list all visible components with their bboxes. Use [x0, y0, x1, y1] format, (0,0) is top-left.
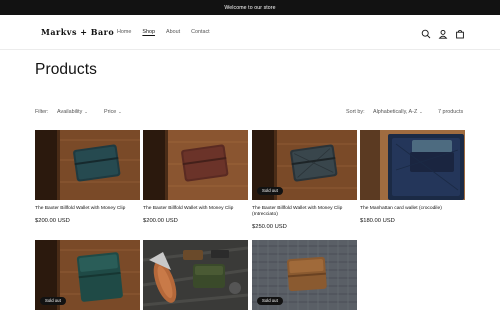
- product-image[interactable]: [35, 130, 140, 200]
- product-price: $200.00 USD: [35, 218, 70, 224]
- product-title[interactable]: The Manhattan card wallet (crocodile): [360, 206, 465, 212]
- product-price: $200.00 USD: [143, 218, 178, 224]
- sold-out-badge: Sold out: [257, 186, 283, 195]
- store-logo[interactable]: Markvs + Baro: [41, 27, 114, 37]
- sort-select[interactable]: Alphabetically, A-Z ⌄: [373, 109, 423, 115]
- chevron-down-icon: ⌄: [118, 109, 122, 114]
- product-price: $250.00 USD: [252, 224, 287, 230]
- product-image[interactable]: [143, 240, 248, 310]
- sort-value: Alphabetically, A-Z: [373, 109, 418, 115]
- sort-label: Sort by:: [346, 109, 365, 115]
- announcement-text: Welcome to our store: [224, 4, 276, 11]
- product-image[interactable]: Sold out: [35, 240, 140, 310]
- chevron-down-icon: ⌄: [419, 109, 423, 114]
- filter-label: Filter:: [35, 109, 49, 115]
- product-title[interactable]: The Baxter Billfold Wallet with Money Cl…: [35, 206, 140, 212]
- cart-icon[interactable]: [455, 26, 465, 39]
- product-image[interactable]: [360, 130, 465, 200]
- chevron-down-icon: ⌄: [84, 109, 88, 114]
- nav-shop[interactable]: Shop: [142, 29, 155, 35]
- nav-about[interactable]: About: [166, 29, 180, 35]
- sold-out-badge: Sold out: [257, 296, 283, 305]
- nav-home[interactable]: Home: [117, 29, 131, 35]
- product-title[interactable]: The Baxter Billfold Wallet with Money Cl…: [252, 206, 357, 219]
- price-label: Price: [104, 109, 117, 115]
- availability-label: Availability: [57, 109, 83, 115]
- page-title: Products: [35, 61, 97, 78]
- product-title[interactable]: The Baxter Billfold Wallet with Money Cl…: [143, 206, 248, 212]
- product-image[interactable]: Sold out: [252, 130, 357, 200]
- filter-bar: Filter: Availability ⌄ Price ⌄ Sort by: Al…: [35, 108, 465, 118]
- product-image[interactable]: [143, 130, 248, 200]
- availability-filter[interactable]: Availability ⌄: [57, 109, 88, 115]
- announcement-bar: Welcome to our store: [0, 0, 500, 15]
- product-count: 7 products: [438, 109, 464, 115]
- site-header: Markvs + Baro Home Shop About Contact: [0, 15, 500, 50]
- header-icons: [421, 26, 465, 39]
- product-image[interactable]: Sold out: [252, 240, 357, 310]
- sold-out-badge: Sold out: [40, 296, 66, 305]
- nav-contact[interactable]: Contact: [191, 29, 210, 35]
- product-price: $180.00 USD: [360, 218, 395, 224]
- price-filter[interactable]: Price ⌄: [104, 109, 122, 115]
- search-icon[interactable]: [421, 26, 431, 39]
- main-nav: Home Shop About Contact: [117, 29, 210, 35]
- account-icon[interactable]: [438, 26, 448, 39]
